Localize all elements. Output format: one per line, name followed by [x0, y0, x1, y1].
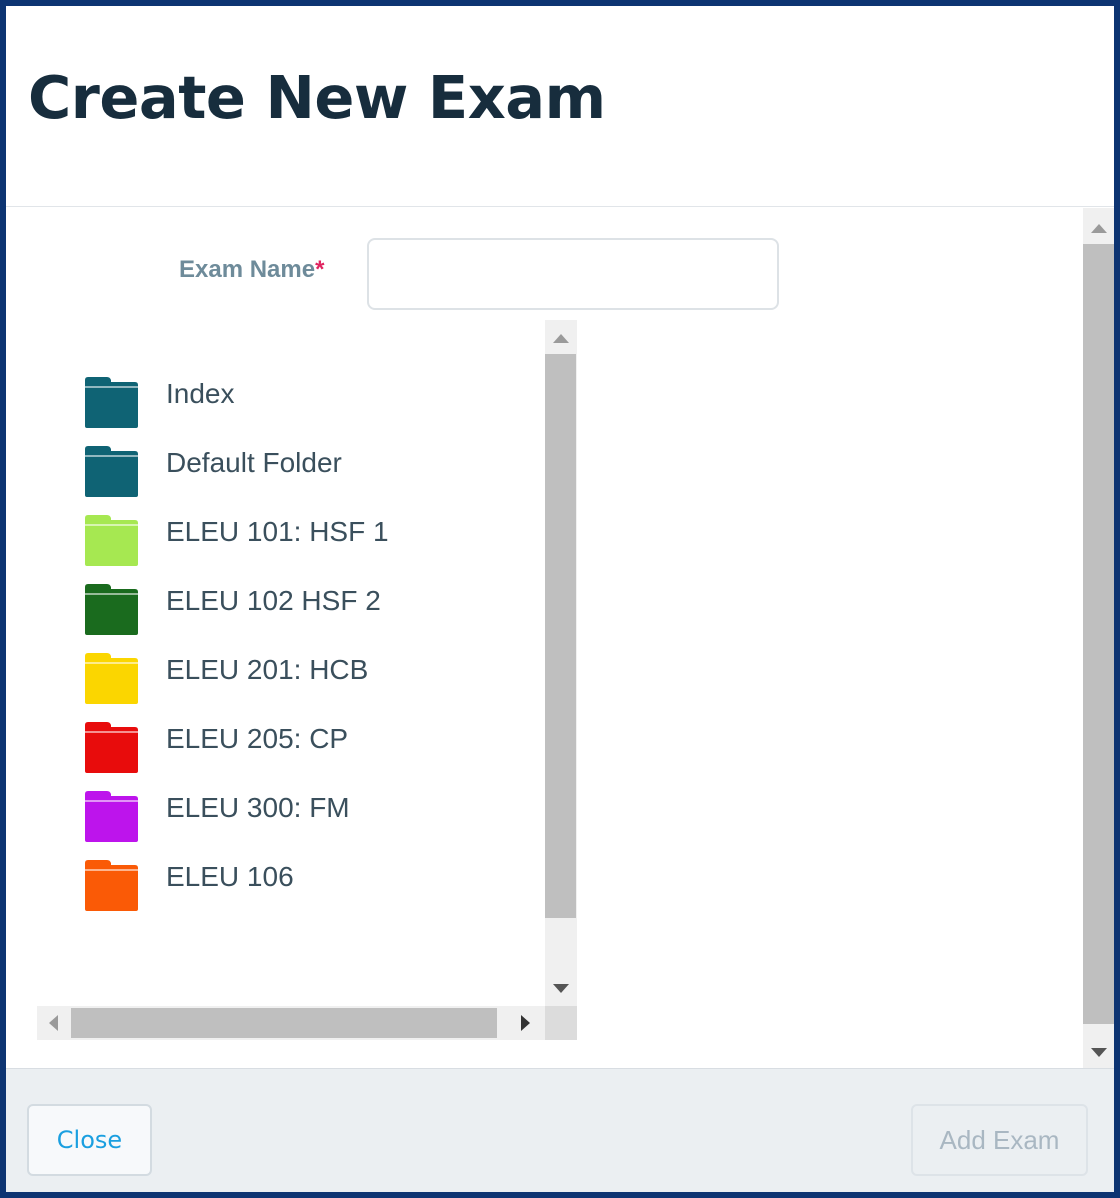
- folder-tree-vertical-scrollbar[interactable]: [545, 320, 577, 1006]
- scrollbar-corner: [545, 1006, 577, 1040]
- folder-item[interactable]: ELEU 106: [83, 855, 503, 924]
- folder-item[interactable]: ELEU 201: HCB: [83, 648, 503, 717]
- scroll-up-arrow-icon[interactable]: [1091, 224, 1107, 233]
- folder-label: ELEU 102 HSF 2: [166, 585, 381, 616]
- folder-icon: [83, 583, 140, 636]
- scroll-up-arrow-icon[interactable]: [553, 334, 569, 343]
- close-button[interactable]: Close: [27, 1104, 152, 1176]
- folder-tree: Index Default Folder ELEU 101: HSF 1 ELEU 1…: [37, 320, 577, 1040]
- folder-label: ELEU 205: CP: [166, 723, 349, 754]
- exam-name-label: Exam Name*: [179, 256, 325, 283]
- folder-icon: [83, 652, 140, 705]
- modal-body-vertical-scrollbar[interactable]: [1083, 208, 1114, 1069]
- folder-icon: [83, 790, 140, 843]
- scroll-left-arrow-icon[interactable]: [49, 1015, 58, 1031]
- folder-label: Default Folder: [166, 447, 342, 478]
- folder-icon: [83, 514, 140, 567]
- folder-label: ELEU 300: FM: [166, 792, 350, 823]
- folder-item[interactable]: Default Folder: [83, 441, 503, 510]
- scroll-right-arrow-icon[interactable]: [521, 1015, 530, 1031]
- scroll-thumb[interactable]: [545, 354, 576, 918]
- folder-item[interactable]: ELEU 102 HSF 2: [83, 579, 503, 648]
- folder-tree-horizontal-scrollbar[interactable]: [37, 1006, 545, 1040]
- modal-body: Exam Name* Index Default Folder ELEU 101: …: [6, 208, 1114, 1069]
- folder-item[interactable]: ELEU 300: FM: [83, 786, 503, 855]
- folder-label: ELEU 201: HCB: [166, 654, 369, 685]
- folder-label: ELEU 106: [166, 861, 294, 892]
- folder-item[interactable]: ELEU 101: HSF 1: [83, 510, 503, 579]
- folder-icon: [83, 721, 140, 774]
- modal-header: Create New Exam: [6, 6, 1114, 207]
- scroll-down-arrow-icon[interactable]: [553, 984, 569, 993]
- folder-icon: [83, 376, 140, 429]
- folder-icon: [83, 445, 140, 498]
- required-marker: *: [315, 256, 325, 283]
- scroll-thumb[interactable]: [71, 1008, 497, 1038]
- add-exam-button[interactable]: Add Exam: [911, 1104, 1088, 1176]
- folder-label: Index: [166, 378, 235, 409]
- create-exam-modal: Create New Exam Exam Name* Index Default …: [6, 6, 1114, 1192]
- folder-item[interactable]: Index: [83, 372, 503, 441]
- folder-icon: [83, 859, 140, 912]
- folder-item[interactable]: ELEU 205: CP: [83, 717, 503, 786]
- scroll-down-arrow-icon[interactable]: [1091, 1048, 1107, 1057]
- exam-name-input[interactable]: [367, 238, 779, 310]
- folder-list: Index Default Folder ELEU 101: HSF 1 ELEU 1…: [83, 372, 503, 924]
- folder-label: ELEU 101: HSF 1: [166, 516, 389, 547]
- modal-footer: Close Add Exam: [6, 1068, 1114, 1192]
- modal-title: Create New Exam: [28, 63, 606, 132]
- scroll-thumb[interactable]: [1083, 244, 1114, 1024]
